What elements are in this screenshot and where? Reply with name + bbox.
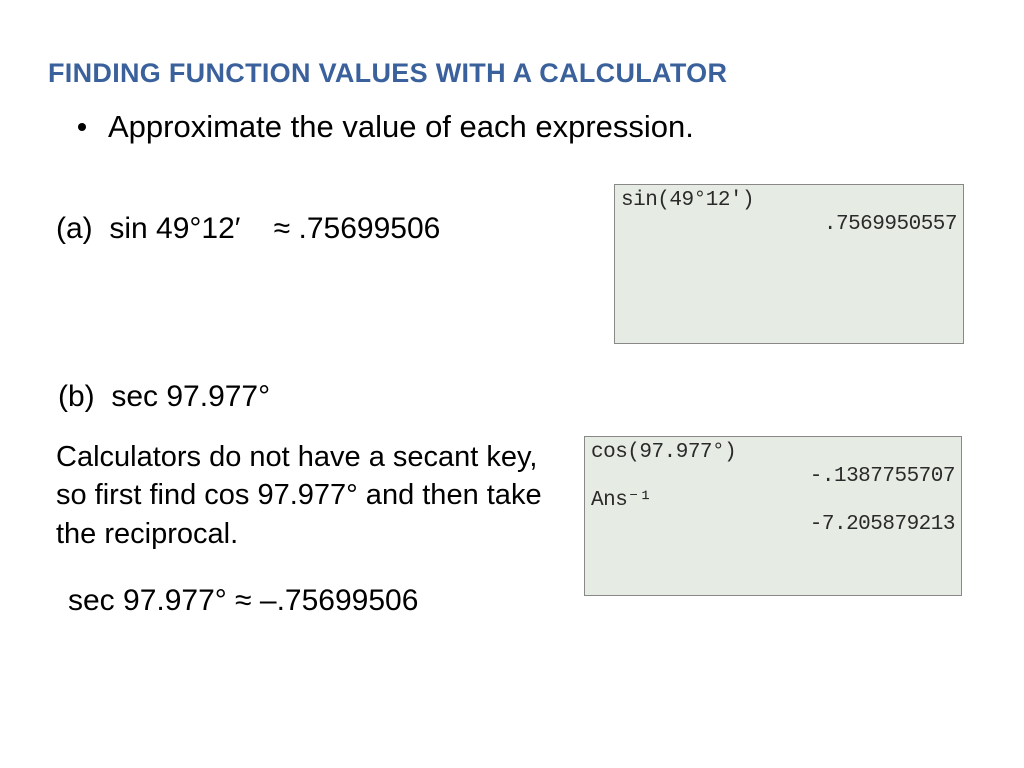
calculator-screen-a: sin(49°12') .7569950557 — [614, 184, 964, 344]
bullet-text: Approximate the value of each expression… — [108, 109, 694, 145]
calc-b-line4: -7.205879213 — [591, 513, 955, 537]
bullet-row: Approximate the value of each expression… — [78, 109, 984, 145]
calc-a-line2: .7569950557 — [621, 213, 957, 237]
calc-b-line1: cos(97.977°) — [591, 441, 955, 465]
calc-b-line2: -.1387755707 — [591, 465, 955, 489]
slide: FINDING FUNCTION VALUES WITH A CALCULATO… — [0, 0, 1024, 768]
item-b: (b) sec 97.977° — [58, 380, 270, 414]
explain-text: Calculators do not have a secant key, so… — [56, 438, 556, 553]
calc-a-line1: sin(49°12') — [621, 189, 957, 213]
item-a-approx: ≈ .75699506 — [274, 212, 441, 245]
calc-b-line3: Ans⁻¹ — [591, 489, 955, 513]
slide-title: FINDING FUNCTION VALUES WITH A CALCULATO… — [48, 58, 984, 89]
calculator-screen-b: cos(97.977°) -.1387755707 Ans⁻¹ -7.20587… — [584, 436, 962, 596]
item-a-expr: sin 49°12′ — [109, 212, 240, 245]
item-a: (a) sin 49°12′ ≈ .75699506 — [56, 212, 440, 246]
item-b-expr: sec 97.977° — [111, 380, 270, 413]
result-b: sec 97.977° ≈ –.75699506 — [68, 584, 418, 618]
bullet-icon — [78, 123, 86, 131]
item-a-label: (a) — [56, 212, 93, 245]
item-b-label: (b) — [58, 380, 95, 413]
